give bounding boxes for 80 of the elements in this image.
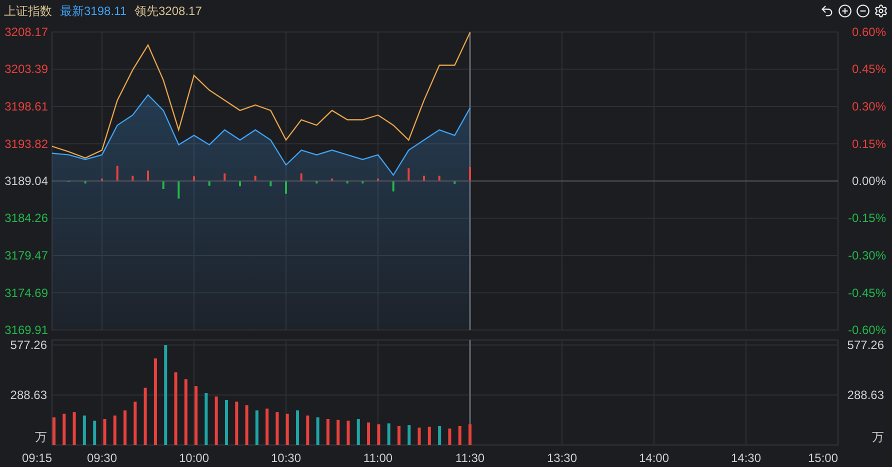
volume-bar <box>214 396 218 445</box>
percent-axis-label: 0.60% <box>852 25 886 39</box>
leading-price: 领先3208.17 <box>134 3 202 20</box>
time-axis-label: 11:00 <box>363 451 393 465</box>
volume-bar <box>367 422 370 445</box>
volume-bar <box>448 428 452 445</box>
volume-bar <box>336 420 340 445</box>
volume-bar <box>286 414 289 445</box>
volume-bar <box>266 408 269 445</box>
percent-axis-label: 0.45% <box>852 62 886 76</box>
percent-axis-label: -0.45% <box>848 286 886 300</box>
percent-axis-label: 0.00% <box>852 174 886 188</box>
volume-bar <box>458 426 462 445</box>
percent-axis-label: -0.60% <box>848 323 886 337</box>
time-axis-label: 09:15 <box>22 451 52 465</box>
volume-bar <box>62 414 66 445</box>
index-name: 上证指数 <box>4 3 52 20</box>
price-axis-label: 3184.26 <box>4 211 48 226</box>
volume-bar <box>356 419 360 445</box>
volume-bar <box>134 402 137 445</box>
volume-axis-label: 577.26 <box>10 338 47 352</box>
price-axis-label: 3179.47 <box>4 248 48 263</box>
volume-bar <box>52 417 56 445</box>
time-axis-label: 14:30 <box>730 451 762 465</box>
volume-bar <box>144 388 147 445</box>
volume-bar <box>245 405 248 445</box>
price-axis-label: 3193.82 <box>4 136 48 151</box>
volume-unit-label: 万 <box>35 430 47 444</box>
volume-axis-label: 577.26 <box>847 338 884 352</box>
volume-bar <box>387 423 390 445</box>
time-axis-label: 15:00 <box>808 451 838 465</box>
percent-axis-label: -0.15% <box>848 211 886 226</box>
price-axis-label: 3198.61 <box>4 99 48 114</box>
volume-bar <box>316 417 320 445</box>
volume-bar <box>326 419 330 445</box>
volume-bar <box>93 420 96 445</box>
time-axis-label: 11:30 <box>455 451 485 465</box>
volume-bar <box>346 420 350 445</box>
price-axis-label: 3189.04 <box>4 174 48 188</box>
volume-bar <box>184 379 188 445</box>
volume-axis-label: 288.63 <box>847 388 884 402</box>
price-axis-label: 3203.39 <box>4 62 48 76</box>
volume-bar <box>397 426 400 445</box>
price-axis-label: 3208.17 <box>4 25 48 39</box>
volume-bar <box>377 424 380 445</box>
volume-bar <box>276 412 279 445</box>
volume-bar <box>194 386 198 445</box>
volume-bar <box>408 425 411 445</box>
zoom-in-icon[interactable] <box>838 4 852 18</box>
percent-axis-label: -0.30% <box>848 248 886 263</box>
volume-bar <box>438 426 442 445</box>
volume-bar <box>306 416 310 445</box>
volume-axis-label: 万 <box>872 430 884 444</box>
time-axis-label: 09:30 <box>86 451 118 465</box>
time-axis-label: 10:00 <box>178 451 210 465</box>
volume-bar <box>124 410 127 445</box>
volume-axis-label: 288.63 <box>10 388 47 402</box>
time-axis-label: 10:30 <box>270 451 302 465</box>
zoom-out-icon[interactable] <box>856 4 870 18</box>
volume-bar <box>428 426 431 445</box>
latest-price: 最新3198.11 <box>60 3 126 20</box>
volume-bar <box>235 402 238 445</box>
volume-bar <box>225 400 228 445</box>
volume-bar <box>468 424 472 445</box>
price-axis-label: 3174.69 <box>4 286 48 300</box>
volume-bar <box>255 410 258 445</box>
percent-axis-label: 0.15% <box>852 136 886 151</box>
undo-icon[interactable] <box>820 4 834 18</box>
volume-bar <box>72 412 76 445</box>
volume-bar <box>418 428 421 445</box>
settings-icon[interactable] <box>874 4 888 18</box>
volume-bar <box>82 416 86 445</box>
volume-bar <box>103 419 106 445</box>
time-axis-label: 14:00 <box>638 451 670 465</box>
price-axis-label: 3169.91 <box>4 323 48 337</box>
volume-bar <box>204 393 208 445</box>
time-axis-label: 13:30 <box>546 451 578 465</box>
volume-bar <box>296 410 299 445</box>
volume-bar <box>113 416 116 445</box>
percent-axis-label: 0.30% <box>852 99 886 114</box>
